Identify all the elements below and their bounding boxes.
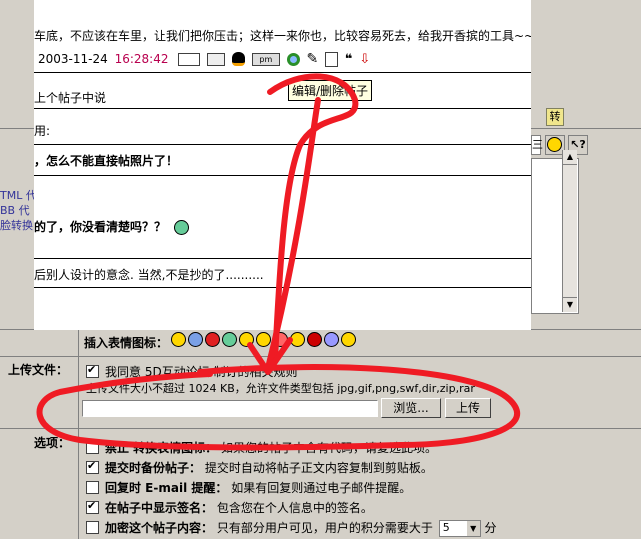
annotation-stroke-down [265, 97, 321, 371]
annotation-ellipse [36, 364, 521, 451]
red-annotation [36, 73, 521, 451]
